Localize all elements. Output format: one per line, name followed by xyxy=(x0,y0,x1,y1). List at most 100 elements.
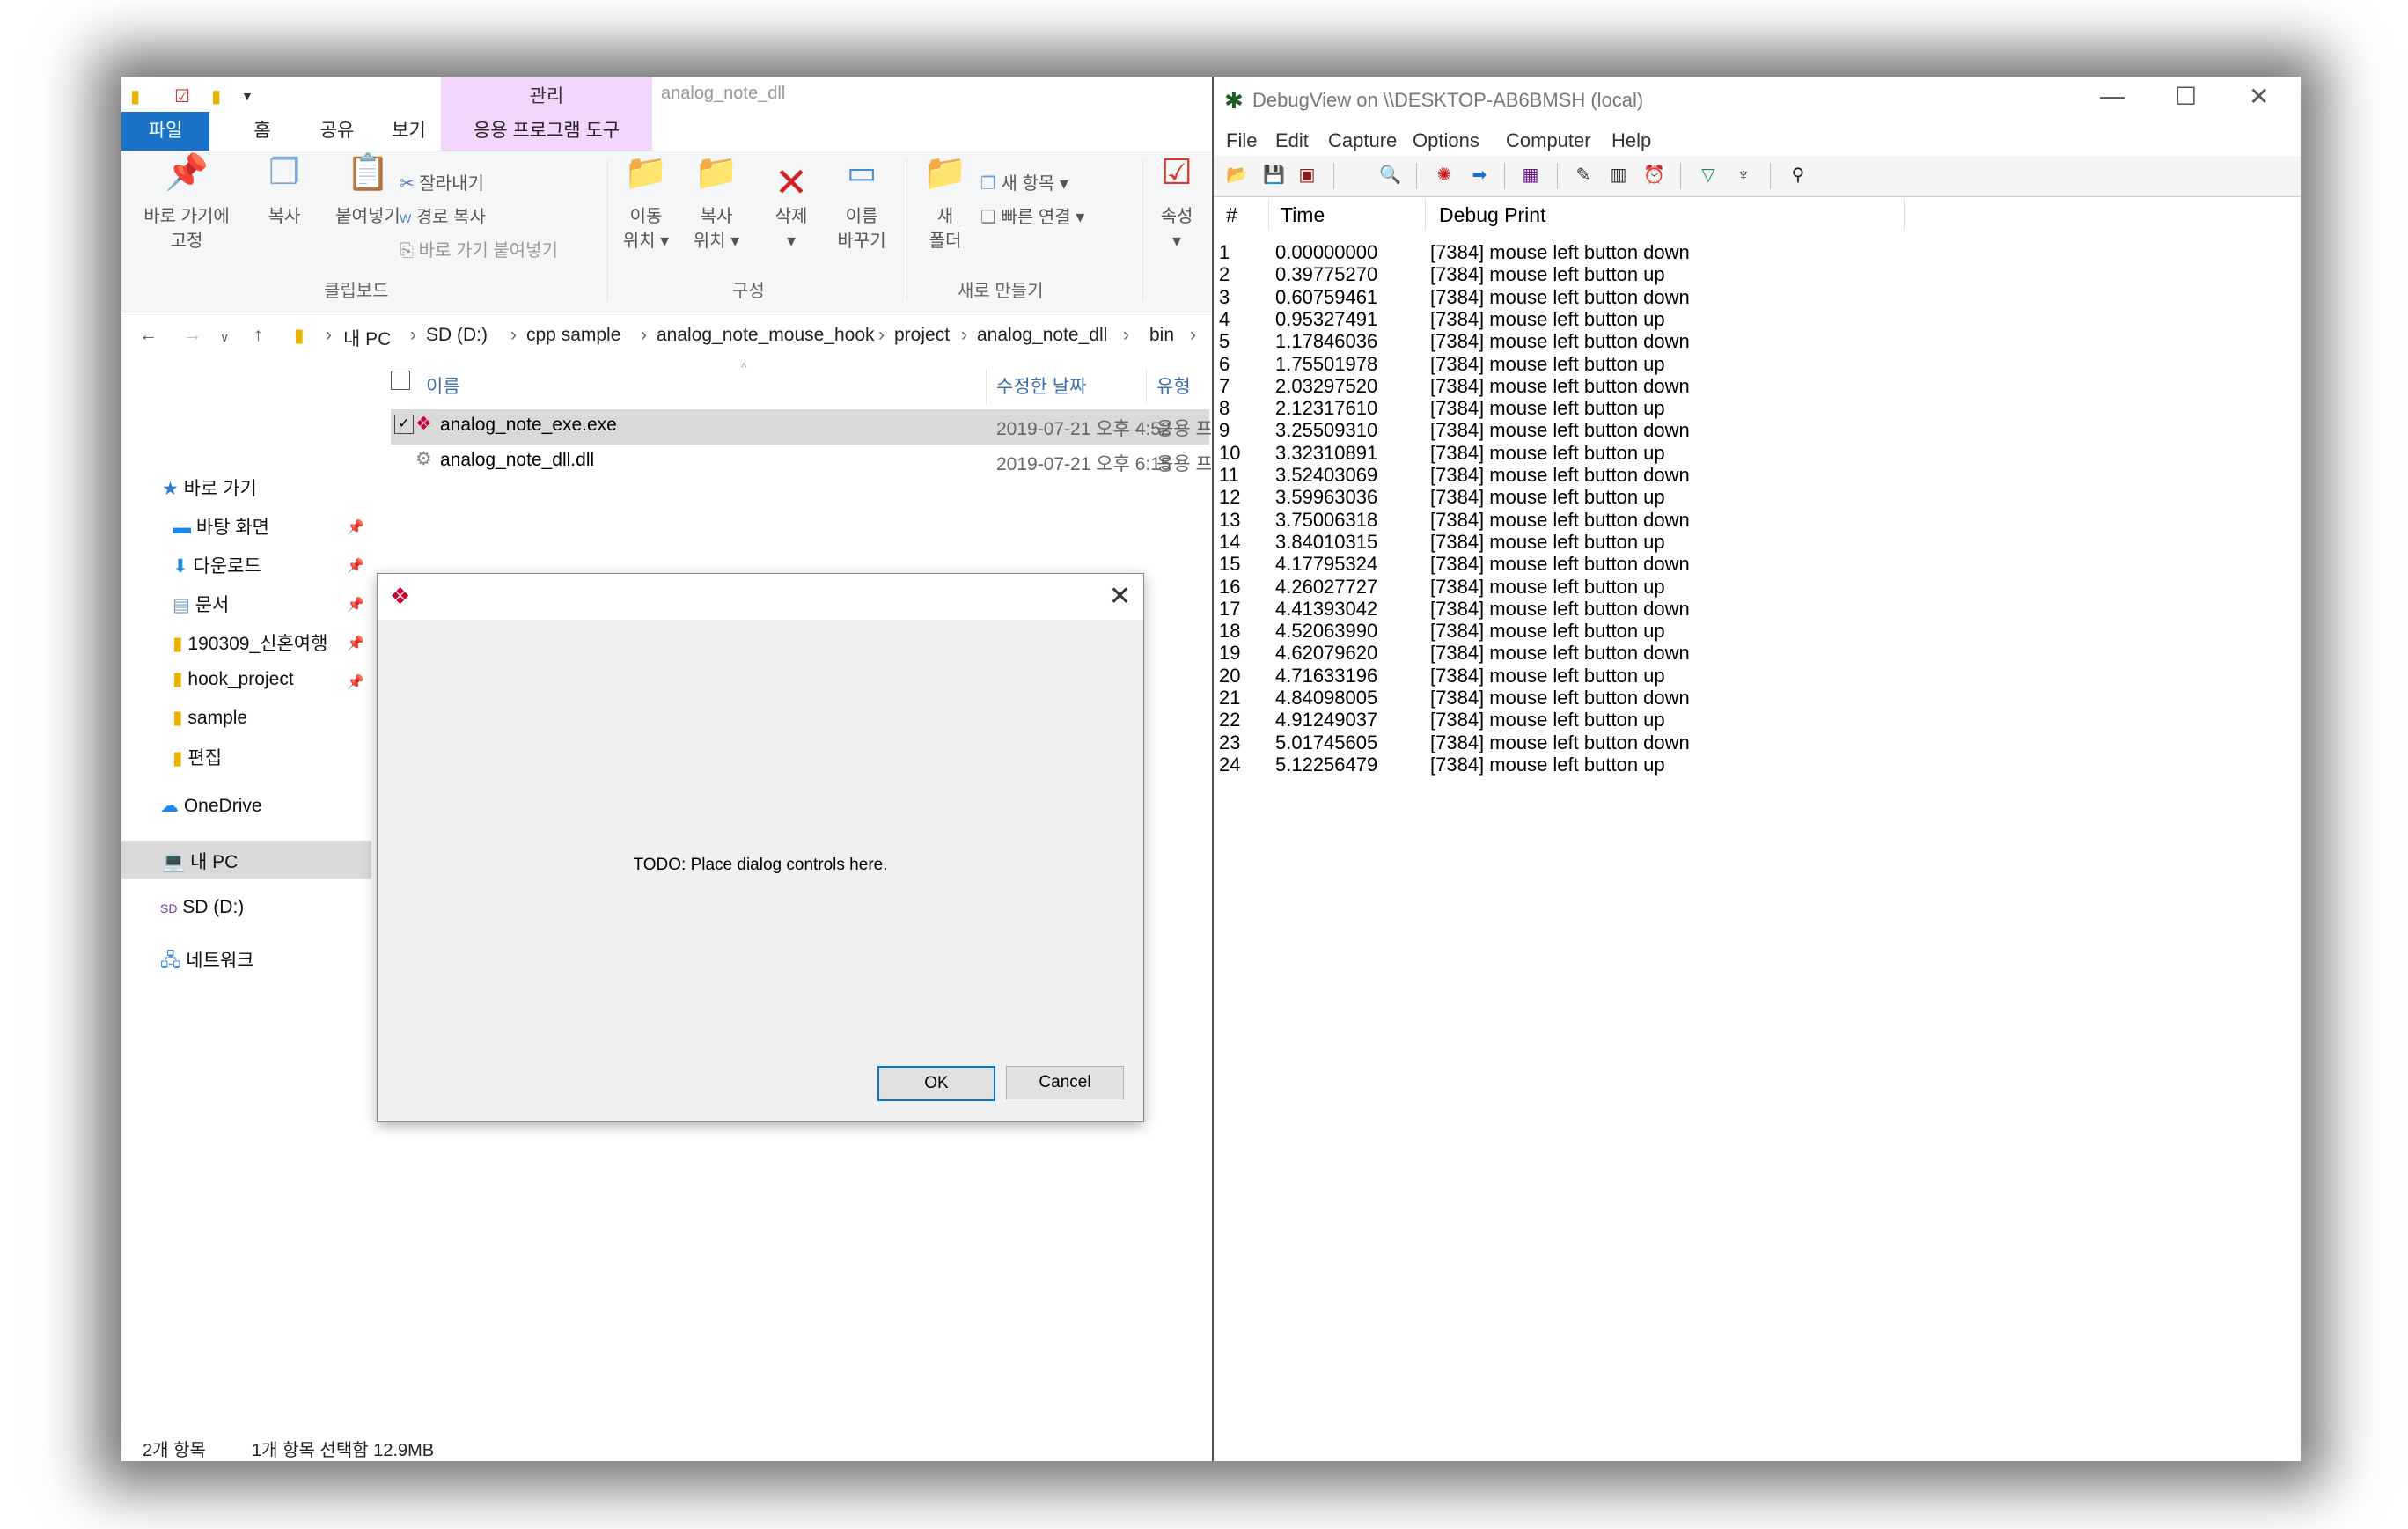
log-time: 4.84098005 xyxy=(1275,687,1378,709)
tab-home[interactable]: 홈 xyxy=(227,112,297,151)
copy-path-button[interactable]: W 경로 복사 xyxy=(400,202,486,228)
highlight-icon[interactable]: ▽ xyxy=(1698,165,1719,186)
nav-documents[interactable]: ▤ 문서 xyxy=(173,591,229,617)
close-icon[interactable]: ✕ xyxy=(2249,82,2269,111)
rename-label-2: 바꾸기 xyxy=(837,232,886,251)
column-type[interactable]: 유형 xyxy=(1156,372,1191,399)
log-print: [7384] mouse left button up xyxy=(1430,753,1665,776)
autoscroll-icon[interactable]: ➡ xyxy=(1469,165,1490,186)
column-num[interactable]: # xyxy=(1226,203,1237,227)
rename-button[interactable]: ▭ 이름 바꾸기 xyxy=(822,157,901,254)
breadcrumb-analog-note-dll[interactable]: analog_note_dll xyxy=(977,325,1107,346)
open-icon[interactable]: 📂 xyxy=(1226,165,1248,186)
paste-shortcut-button[interactable]: ⎘ 바로 가기 붙여넣기 xyxy=(400,236,558,261)
log-num: 15 xyxy=(1219,553,1241,576)
nav-downloads[interactable]: ⬇ 다운로드 xyxy=(173,552,261,578)
menu-file[interactable]: File xyxy=(1226,129,1257,152)
scissors-icon: ✂ xyxy=(400,174,415,194)
breadcrumb-bin[interactable]: bin xyxy=(1149,325,1174,346)
new-item-button[interactable]: ❐ 새 항목 ▾ xyxy=(980,169,1068,195)
menu-edit[interactable]: Edit xyxy=(1275,129,1309,152)
column-time[interactable]: Time xyxy=(1281,203,1325,227)
binoculars-icon[interactable]: ⚲ xyxy=(1788,165,1809,186)
rename-label-1: 이름 xyxy=(845,207,878,226)
nav-network[interactable]: 🖧 네트워크 xyxy=(160,946,254,979)
cut-button[interactable]: ✂ 잘라내기 xyxy=(400,169,484,195)
forward-icon[interactable]: → xyxy=(183,325,202,346)
nav-edit[interactable]: ▮ 편집 xyxy=(173,744,222,770)
nav-quick-access[interactable]: ★ 바로 가기 xyxy=(162,474,257,501)
pin-quick-access-button[interactable]: 📌 바로 가기에 고정 xyxy=(127,155,246,254)
nav-onedrive[interactable]: ☁ OneDrive xyxy=(160,795,262,817)
copy-icon: ❐ xyxy=(268,153,300,192)
save-icon[interactable]: 💾 xyxy=(1263,165,1285,186)
minimize-icon[interactable]: — xyxy=(2100,82,2125,110)
recent-chevron-icon[interactable]: ∨ xyxy=(220,330,229,345)
debugview-window: ✱ DebugView on \\DESKTOP-AB6BMSH (local)… xyxy=(1212,77,2301,1461)
save-as-icon[interactable]: ▣ xyxy=(1296,165,1318,186)
properties-icon[interactable]: ☑ xyxy=(174,85,190,107)
row-checkbox[interactable]: ✓ xyxy=(394,415,414,434)
nav-sample[interactable]: ▮ sample xyxy=(173,707,247,729)
nav-desktop[interactable]: ▬ 바탕 화면 xyxy=(173,513,269,540)
column-debug-print[interactable]: Debug Print xyxy=(1439,203,1545,227)
maximize-icon[interactable]: ☐ xyxy=(2175,82,2197,111)
log-print: [7384] mouse left button up xyxy=(1430,263,1665,286)
log-time: 4.71633196 xyxy=(1275,664,1378,687)
cancel-button[interactable]: Cancel xyxy=(1006,1066,1124,1099)
copy-to-button[interactable]: 📁 복사 위치 ▾ xyxy=(681,155,752,254)
close-icon[interactable]: ✕ xyxy=(1109,581,1131,612)
delete-button[interactable]: ✕ 삭제 ▾ xyxy=(760,160,822,254)
nav-sd[interactable]: SD SD (D:) xyxy=(160,897,244,918)
back-icon[interactable]: ← xyxy=(139,325,158,346)
breadcrumb-project[interactable]: project xyxy=(894,325,950,346)
properties-button[interactable]: ☑ 속성 ▾ xyxy=(1146,155,1208,254)
menu-computer[interactable]: Computer xyxy=(1506,129,1591,152)
find-icon[interactable]: 🔍 xyxy=(1379,165,1401,186)
breadcrumb-this-pc[interactable]: 내 PC xyxy=(343,325,391,351)
log-num: 2 xyxy=(1219,263,1230,286)
tab-file[interactable]: 파일 xyxy=(121,112,209,151)
log-num: 5 xyxy=(1219,330,1230,353)
up-icon[interactable]: ↑ xyxy=(253,325,263,346)
tab-app-tools[interactable]: 응용 프로그램 도구 xyxy=(441,112,652,151)
menu-options[interactable]: Options xyxy=(1413,129,1479,152)
breadcrumb-sd[interactable]: SD (D:) xyxy=(426,325,488,346)
menu-help[interactable]: Help xyxy=(1611,129,1651,152)
log-num: 20 xyxy=(1219,664,1241,687)
log-time: 3.32310891 xyxy=(1275,441,1378,464)
column-name[interactable]: 이름 xyxy=(426,372,460,399)
select-all-checkbox[interactable] xyxy=(391,371,410,390)
tab-view[interactable]: 보기 xyxy=(377,112,441,151)
log-print: [7384] mouse left button up xyxy=(1430,620,1665,643)
breadcrumb-cpp-sample[interactable]: cpp sample xyxy=(526,325,620,346)
breadcrumb-mouse-hook[interactable]: analog_note_mouse_hook xyxy=(657,325,875,346)
pin-icon: 📌 xyxy=(347,559,364,574)
copy-button[interactable]: ❐ 복사 xyxy=(245,153,324,229)
ribbon-separator xyxy=(1142,160,1143,301)
folder-icon: ▮ xyxy=(173,634,183,654)
customize-qa-icon[interactable]: ▼ xyxy=(241,89,253,103)
filter-icon[interactable]: ✎ xyxy=(1573,165,1594,186)
ok-button[interactable]: OK xyxy=(877,1066,995,1101)
new-folder-button[interactable]: 📁 새 폴더 xyxy=(910,155,980,254)
log-print: [7384] mouse left button down xyxy=(1430,731,1690,753)
clear-display-icon[interactable]: ▦ xyxy=(1520,165,1541,186)
pin-icon: 📌 xyxy=(347,636,364,651)
history-depth-icon[interactable]: ▥ xyxy=(1608,165,1629,186)
tab-share[interactable]: 공유 xyxy=(297,112,377,151)
clock-icon[interactable]: ⏰ xyxy=(1643,165,1665,186)
log-boot-icon[interactable]: ♆ xyxy=(1733,165,1754,186)
nav-honeymoon[interactable]: ▮ 190309_신혼여행 xyxy=(173,629,327,656)
menu-capture[interactable]: Capture xyxy=(1328,129,1397,152)
easy-access-button[interactable]: ❏ 빠른 연결 ▾ xyxy=(980,202,1084,228)
nav-hook-project[interactable]: ▮ hook_project xyxy=(173,668,294,690)
nav-this-pc[interactable]: 💻 내 PC xyxy=(162,848,238,874)
column-modified[interactable]: 수정한 날짜 xyxy=(996,372,1086,399)
capture-icon[interactable]: ✺ xyxy=(1434,165,1455,186)
file-name[interactable]: analog_note_exe.exe xyxy=(440,415,617,436)
manage-tab[interactable]: 관리 xyxy=(441,82,652,108)
move-to-button[interactable]: 📁 이동 위치 ▾ xyxy=(611,155,681,254)
file-name[interactable]: analog_note_dll.dll xyxy=(440,450,594,471)
new-folder-icon[interactable]: ▮ xyxy=(211,85,221,107)
